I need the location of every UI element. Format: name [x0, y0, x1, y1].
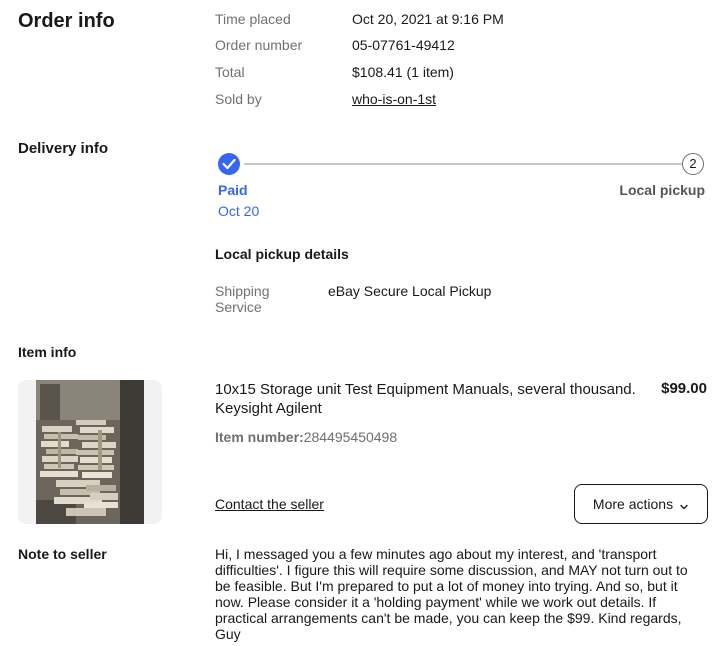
shipping-service-label-line1: Shipping [215, 283, 270, 299]
note-to-seller-heading: Note to seller [18, 546, 107, 562]
note-to-seller-text: Hi, I messaged you a few minutes ago abo… [215, 546, 710, 642]
step-local-pickup-label: Local pickup [619, 182, 705, 198]
note-line: now. Please consider it a 'holding payme… [215, 594, 657, 610]
step-paid-date: Oct 20 [218, 203, 260, 219]
order-info-heading: Order info [18, 10, 115, 32]
seller-link[interactable]: who-is-on-1st [352, 91, 436, 107]
note-line: practical arrangements can't be made, yo… [215, 610, 682, 626]
time-placed-value: Oct 20, 2021 at 9:16 PM [352, 11, 504, 27]
contact-seller-link[interactable]: Contact the seller [215, 496, 324, 512]
order-number-value: 05-07761-49412 [352, 37, 455, 53]
shipping-service-value: eBay Secure Local Pickup [328, 283, 492, 299]
item-title-line1: 10x15 Storage unit Test Equipment Manual… [215, 381, 636, 398]
delivery-info-heading: Delivery info [18, 140, 109, 157]
local-pickup-details-heading: Local pickup details [215, 246, 349, 262]
note-line: difficulties'. I figure this will requir… [215, 562, 688, 578]
item-number: Item number:284495450498 [215, 429, 397, 445]
total-label: Total [215, 64, 245, 80]
shipping-service-label-line2: Service [215, 299, 262, 315]
more-actions-button[interactable]: More actions [574, 484, 708, 524]
item-number-label: Item number: [215, 429, 304, 445]
shipping-service-label: Shipping Service [215, 283, 270, 315]
item-number-value: 284495450498 [303, 429, 398, 445]
item-photo-image [36, 380, 144, 524]
item-thumbnail[interactable] [18, 380, 162, 524]
sold-by-label: Sold by [215, 91, 262, 107]
chevron-down-icon [679, 499, 689, 510]
item-title[interactable]: 10x15 Storage unit Test Equipment Manual… [215, 380, 640, 418]
step-paid-label: Paid [218, 182, 248, 198]
progress-track [244, 163, 682, 165]
note-line: Hi, I messaged you a few minutes ago abo… [215, 546, 657, 562]
more-actions-label: More actions [592, 496, 674, 512]
item-info-heading: Item info [18, 344, 77, 360]
note-line: Guy [215, 626, 241, 642]
total-value: $108.41 (1 item) [352, 64, 454, 80]
item-price: $99.00 [661, 380, 707, 397]
time-placed-label: Time placed [215, 11, 291, 27]
order-number-label: Order number [215, 37, 303, 53]
note-line: be feasible. But I'm prepared to put a l… [215, 578, 678, 594]
step-paid-check-icon [218, 153, 240, 175]
item-title-line2: Keysight Agilent [215, 400, 322, 417]
step-local-pickup-number: 2 [682, 153, 704, 175]
